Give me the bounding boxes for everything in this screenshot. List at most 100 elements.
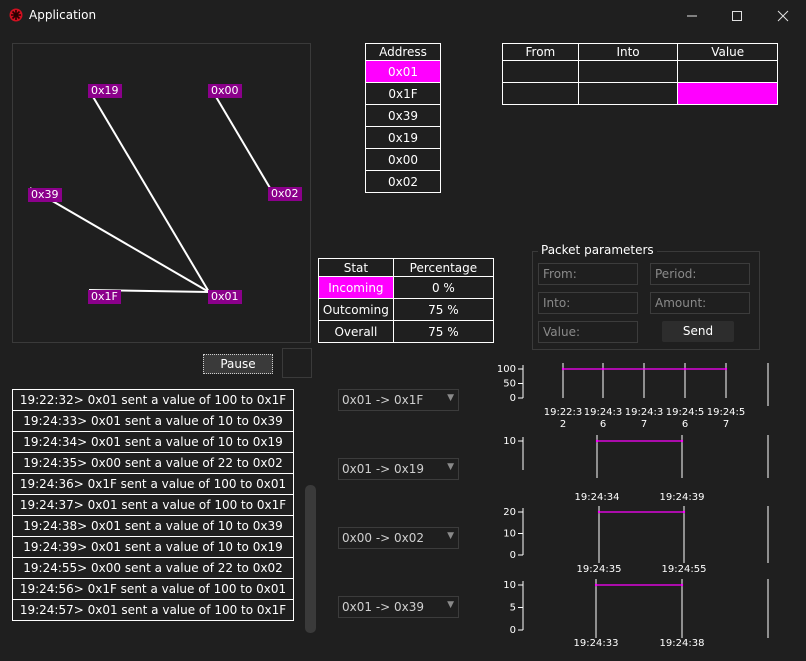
- log-entry[interactable]: 19:24:39> 0x01 sent a value of 10 to 0x1…: [12, 536, 294, 558]
- chevron-down-icon: ▼: [447, 393, 454, 403]
- transfer-cell-selected[interactable]: [677, 82, 778, 105]
- app-logo-icon: [9, 8, 23, 22]
- transfer-cell[interactable]: [677, 60, 778, 83]
- data-point: [682, 510, 686, 514]
- log-entry[interactable]: 19:24:55> 0x00 sent a value of 22 to 0x0…: [12, 557, 294, 579]
- stat-label-outcoming[interactable]: Outcoming: [318, 298, 394, 321]
- stat-label-overall[interactable]: Overall: [318, 320, 394, 343]
- graph-node-0x1F[interactable]: 0x1F: [88, 290, 121, 304]
- x-tick-label: 2: [560, 419, 566, 430]
- value-chart-0x01-0x1F: 10050019:22:3219:24:3619:24:3719:24:5619…: [497, 363, 769, 430]
- transfer-cell[interactable]: [577, 82, 679, 105]
- y-tick-label: 5: [510, 603, 516, 614]
- log-scrollbar[interactable]: [305, 485, 316, 633]
- y-tick-label: 20: [503, 507, 516, 518]
- packet-parameters-title: Packet parameters: [538, 243, 657, 257]
- address-row[interactable]: 0x01: [365, 60, 441, 83]
- log-entry[interactable]: 19:22:32> 0x01 sent a value of 100 to 0x…: [12, 389, 294, 411]
- maximize-button[interactable]: [714, 2, 760, 30]
- edge-0x19-0x01: [88, 89, 210, 293]
- log-entry[interactable]: 19:24:34> 0x01 sent a value of 10 to 0x1…: [12, 431, 294, 453]
- connection-select-value: 0x01 -> 0x1F: [342, 393, 424, 407]
- log-entry[interactable]: 19:24:57> 0x01 sent a value of 100 to 0x…: [12, 599, 294, 621]
- address-row[interactable]: 0x19: [365, 126, 441, 149]
- value-input[interactable]: Value:: [538, 321, 638, 343]
- value-chart-0x00-0x02: 2010019:24:35 19:24:55: [503, 506, 769, 575]
- close-button[interactable]: [760, 2, 806, 30]
- data-point: [680, 439, 684, 443]
- x-tick-label: 6: [682, 419, 688, 430]
- log-list: 19:22:32> 0x01 sent a value of 100 to 0x…: [12, 389, 294, 621]
- address-row[interactable]: 0x02: [365, 170, 441, 193]
- network-graph-panel: 0x19 0x00 0x39 0x02 0x1F 0x01: [12, 43, 311, 343]
- graph-node-0x19[interactable]: 0x19: [88, 84, 122, 98]
- value-chart-0x01-0x19: 1019:24:34 19:24:39: [503, 435, 769, 503]
- x-tick-label: 19:24:5: [707, 407, 746, 418]
- y-tick-label: 50: [503, 379, 516, 390]
- minimize-button[interactable]: [669, 2, 715, 30]
- into-input[interactable]: Into:: [538, 292, 638, 314]
- y-tick-label: 0: [510, 550, 516, 561]
- graph-node-0x39[interactable]: 0x39: [28, 188, 62, 202]
- chevron-down-icon: ▼: [447, 462, 454, 472]
- log-entry[interactable]: 19:24:33> 0x01 sent a value of 10 to 0x3…: [12, 410, 294, 432]
- stat-header: Stat: [318, 258, 394, 277]
- log-entry[interactable]: 19:24:35> 0x00 sent a value of 22 to 0x0…: [12, 452, 294, 474]
- transfer-table: From Into Value: [502, 43, 778, 105]
- y-tick-label: 10: [503, 529, 516, 540]
- stat-value-incoming[interactable]: 0 %: [392, 276, 495, 299]
- chevron-down-icon: ▼: [447, 531, 454, 541]
- close-icon: [777, 10, 789, 22]
- stat-label-incoming[interactable]: Incoming: [318, 276, 394, 299]
- graph-node-0x01[interactable]: 0x01: [208, 290, 242, 304]
- window-title: Application: [29, 8, 97, 22]
- log-entry[interactable]: 19:24:36> 0x1F sent a value of 100 to 0x…: [12, 473, 294, 495]
- transfer-cell[interactable]: [502, 60, 579, 83]
- percentage-header: Percentage: [392, 258, 495, 277]
- connection-select-4[interactable]: 0x01 -> 0x39 ▼: [338, 596, 459, 618]
- status-box: [282, 348, 312, 378]
- x-tick-label: 19:24:3: [625, 407, 664, 418]
- x-tick-label: 19:24:5: [666, 407, 705, 418]
- y-tick-label: 0: [510, 393, 516, 404]
- pause-button[interactable]: Pause: [203, 354, 273, 374]
- x-tick-label: 19:24:33: [574, 638, 619, 649]
- connection-select-value: 0x01 -> 0x19: [342, 462, 425, 476]
- address-row[interactable]: 0x39: [365, 104, 441, 127]
- x-tick-label: 7: [723, 419, 729, 430]
- value-header: Value: [677, 43, 778, 61]
- y-tick-label: 100: [497, 364, 516, 375]
- address-table: Address 0x01 0x1F 0x39 0x19 0x00 0x02: [365, 43, 441, 193]
- amount-input[interactable]: Amount:: [650, 292, 750, 314]
- edge-0x39-0x01: [29, 187, 210, 293]
- stat-value-overall[interactable]: 75 %: [392, 320, 495, 343]
- address-row[interactable]: 0x1F: [365, 82, 441, 105]
- send-button[interactable]: Send: [662, 321, 734, 342]
- connection-select-3[interactable]: 0x00 -> 0x02 ▼: [338, 527, 459, 549]
- from-input[interactable]: From:: [538, 263, 638, 285]
- x-tick-label: 6: [600, 419, 606, 430]
- data-point: [595, 439, 599, 443]
- value-chart-0x01-0x39: 10 5 0 19:24:33 19:24:38: [503, 579, 769, 649]
- log-entry[interactable]: 19:24:38> 0x01 sent a value of 10 to 0x3…: [12, 515, 294, 537]
- data-point: [683, 367, 687, 371]
- edge-0x00-0x02: [208, 84, 271, 189]
- x-tick-label: 19:24:38: [660, 638, 705, 649]
- data-point: [597, 510, 601, 514]
- address-row[interactable]: 0x00: [365, 148, 441, 171]
- log-entry[interactable]: 19:24:56> 0x1F sent a value of 100 to 0x…: [12, 578, 294, 600]
- stat-value-outcoming[interactable]: 75 %: [392, 298, 495, 321]
- connection-select-2[interactable]: 0x01 -> 0x19 ▼: [338, 458, 459, 480]
- from-header: From: [502, 43, 579, 61]
- log-entry[interactable]: 19:24:37> 0x01 sent a value of 100 to 0x…: [12, 494, 294, 516]
- connection-select-1[interactable]: 0x01 -> 0x1F ▼: [338, 389, 459, 411]
- connection-select-value: 0x01 -> 0x39: [342, 600, 425, 614]
- y-tick-label: 10: [503, 436, 516, 447]
- transfer-cell[interactable]: [577, 60, 679, 83]
- graph-node-0x02[interactable]: 0x02: [268, 187, 302, 201]
- graph-node-0x00[interactable]: 0x00: [208, 84, 242, 98]
- into-header: Into: [577, 43, 679, 61]
- transfer-cell[interactable]: [502, 82, 579, 105]
- period-input[interactable]: Period:: [650, 263, 750, 285]
- x-tick-label: 7: [641, 419, 647, 430]
